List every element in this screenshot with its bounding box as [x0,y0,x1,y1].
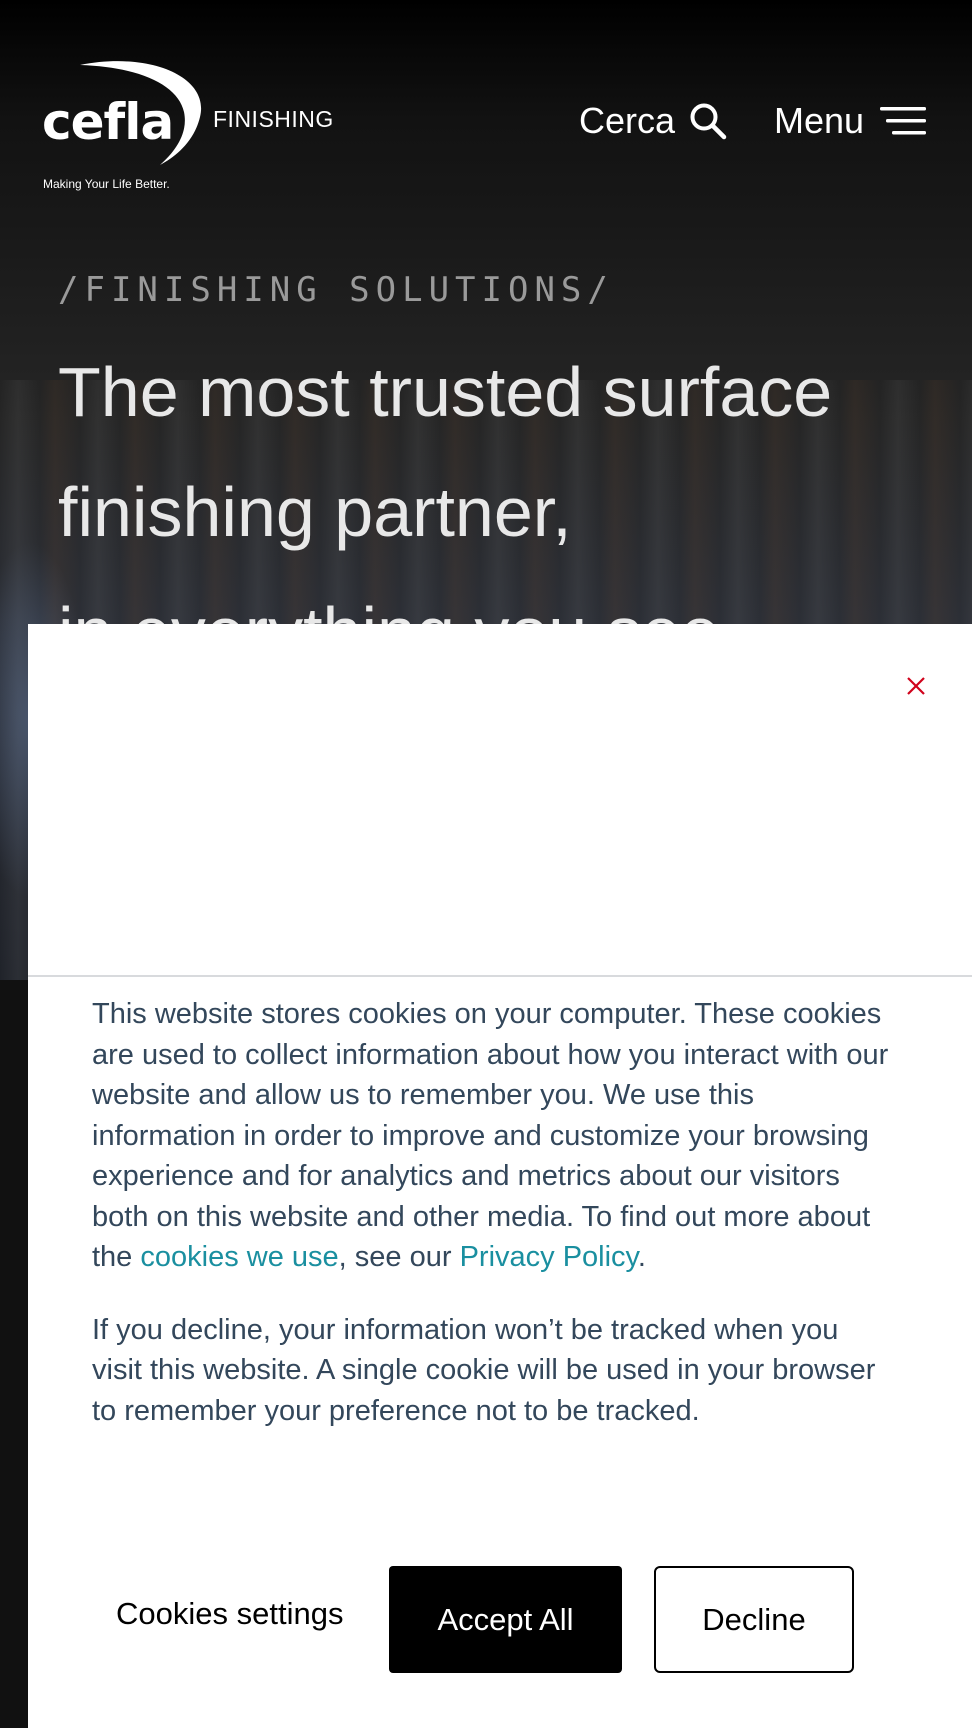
cefla-logo[interactable]: cefla Making Your Life Better. [40,55,202,195]
menu-label: Menu [774,100,865,141]
site-header: cefla Making Your Life Better. FINISHING… [0,0,972,210]
privacy-policy-link[interactable]: Privacy Policy [460,1241,638,1273]
accept-all-button[interactable]: Accept All [389,1566,622,1673]
cookie-paragraph-2: If you decline, your information won’t b… [92,1313,876,1427]
cookie-paragraph-1-mid: , see our [338,1241,460,1273]
search-button[interactable]: Cerca [579,100,727,142]
headline-line-2: finishing partner, [58,473,572,551]
menu-button[interactable]: Menu [774,100,927,142]
cookie-paragraph-1: This website stores cookies on your comp… [92,994,892,1278]
search-label: Cerca [579,100,676,141]
headline-line-1: The most trusted surface [58,353,833,431]
cookie-message: This website stores cookies on your comp… [92,994,892,1463]
cookie-actions: Cookies settings Accept All Decline [28,1566,972,1674]
decline-button[interactable]: Decline [654,1566,854,1673]
cookies-settings-button[interactable]: Cookies settings [116,1596,343,1632]
close-icon[interactable] [902,672,930,700]
cookie-paragraph-1-end: . [637,1241,646,1273]
search-icon [690,103,727,140]
cookies-we-use-link[interactable]: cookies we use [140,1241,338,1273]
logo-wordmark: cefla [42,93,174,151]
logo-tagline: Making Your Life Better. [43,177,170,191]
banner-divider [28,975,972,977]
hamburger-icon [880,107,927,135]
cookie-paragraph-1-text: This website stores cookies on your comp… [92,998,889,1273]
cookie-banner: This website stores cookies on your comp… [28,624,972,1728]
brand-division: FINISHING [213,106,334,132]
hero-eyebrow: /FINISHING SOLUTIONS/ [58,270,614,310]
